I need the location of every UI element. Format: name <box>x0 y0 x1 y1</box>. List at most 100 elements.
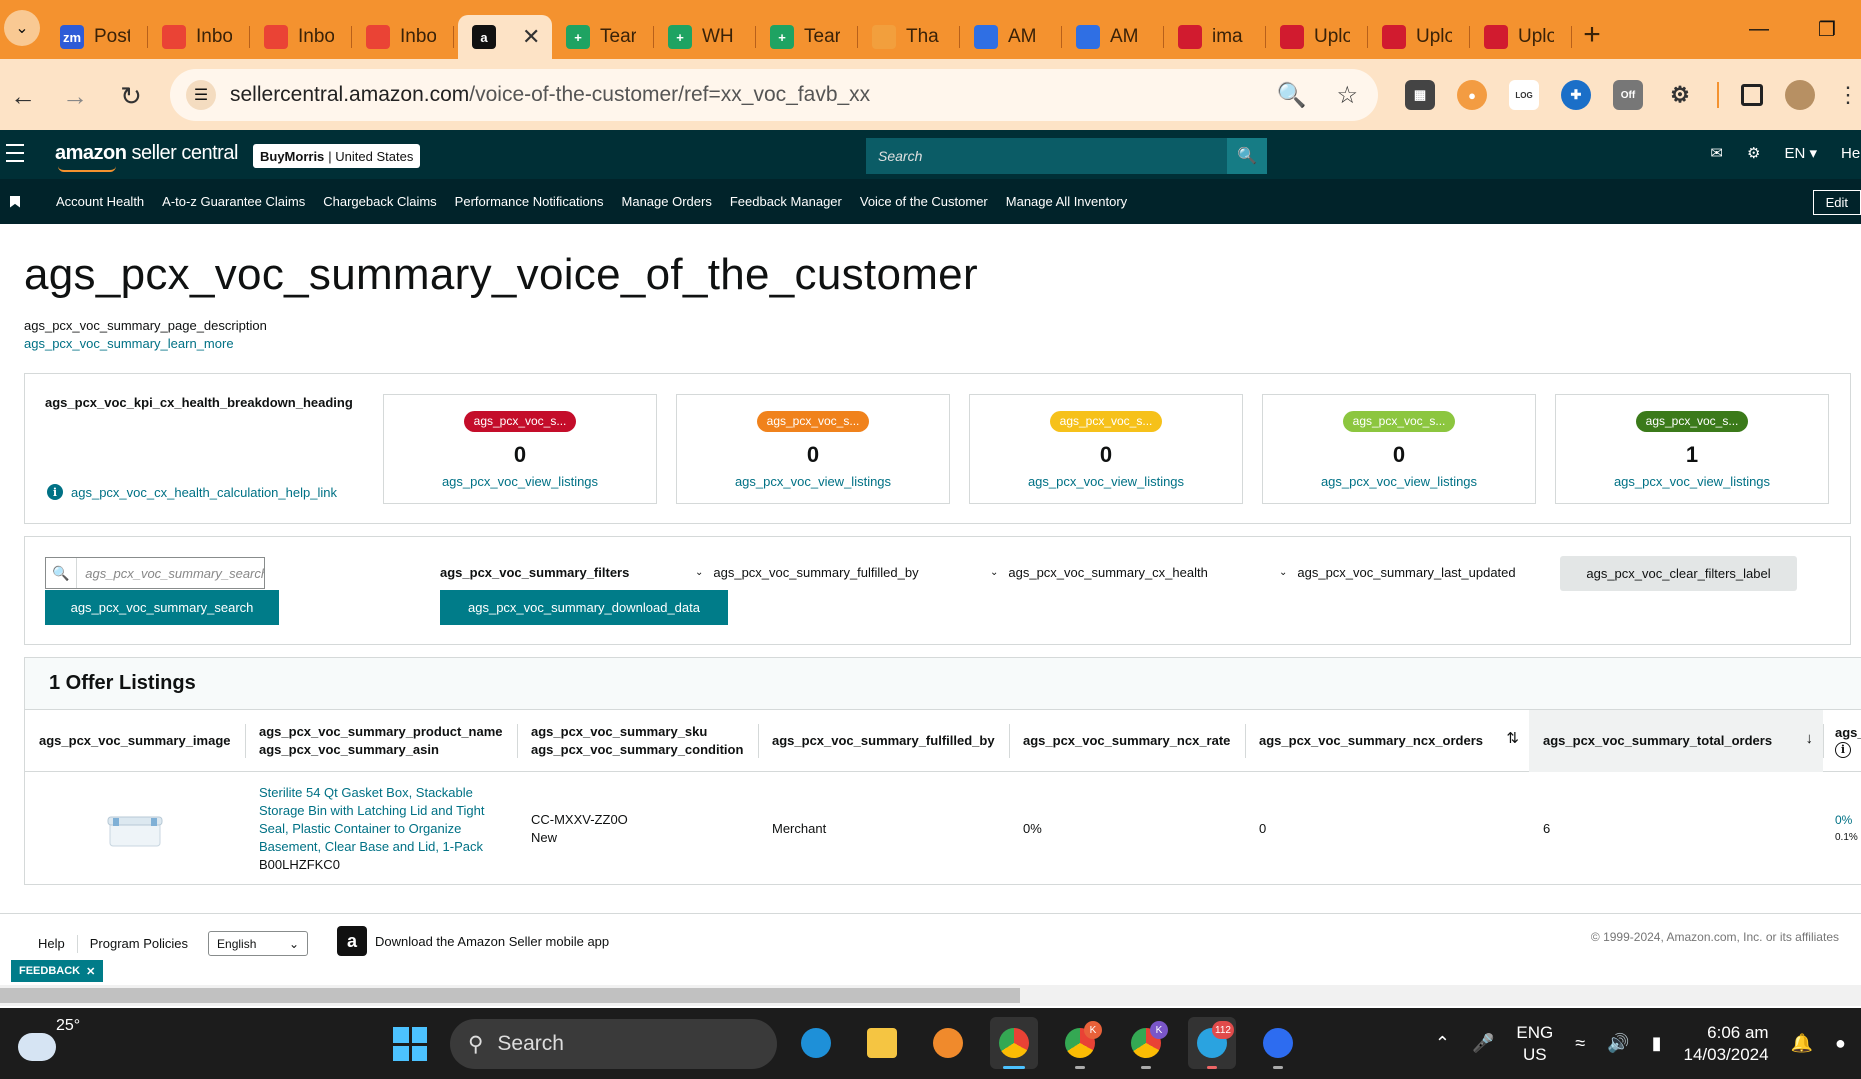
app-download-link[interactable]: a Download the Amazon Seller mobile app <box>337 926 609 956</box>
download-data-button[interactable]: ags_pcx_voc_summary_download_data <box>440 590 728 625</box>
browser-tab[interactable]: AM <box>1062 15 1164 59</box>
store-selector[interactable]: BuyMorris | United States <box>253 144 421 168</box>
reload-button[interactable]: ↻ <box>114 79 148 113</box>
nav-link[interactable]: Manage All Inventory <box>1006 194 1127 209</box>
zoom-search-icon[interactable]: 🔍 <box>1277 81 1307 110</box>
extension-login-icon[interactable]: LOG <box>1509 80 1539 110</box>
browser-tab[interactable]: Inbo <box>250 15 352 59</box>
seller-central-logo[interactable]: amazon seller central <box>55 142 238 165</box>
zoom-app[interactable] <box>1254 1017 1302 1069</box>
cx-health-dropdown[interactable]: ⌄ ags_pcx_voc_summary_cx_health <box>990 565 1208 580</box>
browser-tab[interactable]: Uplo <box>1470 15 1572 59</box>
nav-link[interactable]: Performance Notifications <box>455 194 604 209</box>
cx-health-help-link[interactable]: i ags_pcx_voc_cx_health_calculation_help… <box>47 484 337 500</box>
col-ncx-orders[interactable]: ags_pcx_voc_summary_ncx_orders ⇅ <box>1245 710 1529 772</box>
product-name-link[interactable]: Sterilite 54 Qt Gasket Box, Stackable St… <box>259 784 499 856</box>
col-sku[interactable]: ags_pcx_voc_summary_sku ags_pcx_voc_summ… <box>517 710 758 772</box>
view-listings-link[interactable]: ags_pcx_voc_view_listings <box>970 474 1242 489</box>
more-menu-icon[interactable]: ⋮ <box>1837 82 1859 108</box>
clock[interactable]: 6:06 am 14/03/2024 <box>1683 1022 1768 1066</box>
address-bar[interactable]: ☰ sellercentral.amazon.com/voice-of-the-… <box>170 69 1378 121</box>
nav-link[interactable]: Chargeback Claims <box>323 194 436 209</box>
summary-search-input[interactable]: 🔍 ags_pcx_voc_summary_search <box>45 557 265 589</box>
taskbar-search[interactable]: ⚲ Search <box>450 1019 777 1069</box>
sort-descending-icon[interactable]: ↓ <box>1806 730 1814 748</box>
extensions-puzzle-icon[interactable]: ⚙ <box>1665 80 1695 110</box>
browser-tab[interactable]: + Tear <box>756 15 858 59</box>
product-image[interactable] <box>107 814 163 848</box>
battery-icon[interactable]: ▮ <box>1652 1033 1662 1054</box>
extension-blue-icon[interactable]: ✚ <box>1561 80 1591 110</box>
chrome-profile-app-1[interactable]: K <box>1056 1017 1104 1069</box>
view-listings-link[interactable]: ags_pcx_voc_view_listings <box>1556 474 1828 489</box>
file-explorer-app[interactable] <box>858 1017 906 1069</box>
bookmark-star-icon[interactable]: ☆ <box>1336 81 1358 110</box>
site-info-icon[interactable]: ☰ <box>186 80 216 110</box>
help-link[interactable]: Help <box>1841 145 1861 162</box>
browser-tab[interactable]: a ✕ <box>458 15 552 59</box>
notifications-bell-icon[interactable]: 🔔 <box>1791 1033 1813 1054</box>
chevron-up-icon[interactable]: ⌃ <box>1435 1033 1450 1054</box>
browser-tab[interactable]: + Tear <box>552 15 654 59</box>
footer-language-select[interactable]: English ⌄ <box>208 931 309 956</box>
browser-tab[interactable]: Inbo <box>352 15 454 59</box>
browser-tab[interactable]: + WH <box>654 15 756 59</box>
footer-help-link[interactable]: Help <box>38 936 65 951</box>
learn-more-link[interactable]: ags_pcx_voc_summary_learn_more <box>24 336 234 351</box>
browser-tab[interactable]: zm Post <box>46 15 148 59</box>
chrome-app[interactable] <box>990 1017 1038 1069</box>
fulfilled-by-dropdown[interactable]: ⌄ ags_pcx_voc_summary_fulfilled_by <box>695 565 919 580</box>
weather-widget[interactable]: 25° <box>18 1017 80 1061</box>
sort-both-icon[interactable]: ⇅ <box>1506 730 1519 748</box>
restore-button[interactable]: ❐ <box>1793 0 1861 59</box>
feedback-button[interactable]: FEEDBACK ✕ <box>11 960 104 982</box>
browser-tab[interactable]: ima <box>1164 15 1266 59</box>
tab-search-button[interactable]: ⌄ <box>4 10 40 46</box>
view-listings-link[interactable]: ags_pcx_voc_view_listings <box>1263 474 1535 489</box>
edit-nav-button[interactable]: Edit <box>1812 190 1861 215</box>
scrollbar-thumb[interactable] <box>0 988 1020 1003</box>
forward-button[interactable]: → <box>58 79 92 113</box>
qr-code-icon[interactable]: ▦ <box>1405 80 1435 110</box>
col-next[interactable]: ags_ i <box>1823 710 1861 772</box>
edge-app[interactable] <box>792 1017 840 1069</box>
nav-link[interactable]: Manage Orders <box>622 194 712 209</box>
col-product-name[interactable]: ags_pcx_voc_summary_product_name ags_pcx… <box>245 710 517 772</box>
settings-gear-icon[interactable]: ⚙ <box>1747 144 1760 162</box>
col-total-orders[interactable]: ags_pcx_voc_summary_total_orders ↓ <box>1529 710 1823 772</box>
browser-tab[interactable]: Inbo <box>148 15 250 59</box>
browser-tab[interactable]: AM <box>960 15 1062 59</box>
browser-tab[interactable]: Uplo <box>1368 15 1470 59</box>
search-button[interactable]: ags_pcx_voc_summary_search <box>45 590 279 625</box>
back-button[interactable]: ← <box>6 79 40 113</box>
last-updated-dropdown[interactable]: ⌄ ags_pcx_voc_summary_last_updated <box>1279 565 1516 580</box>
side-panel-icon[interactable] <box>1741 84 1763 106</box>
wifi-icon[interactable]: ≈ <box>1575 1033 1585 1054</box>
extension-orange-icon[interactable]: ● <box>1457 80 1487 110</box>
copilot-icon[interactable]: ● <box>1835 1033 1853 1054</box>
search-icon[interactable]: 🔍 <box>1227 138 1267 174</box>
col-ncx-rate[interactable]: ags_pcx_voc_summary_ncx_rate <box>1009 710 1245 772</box>
next-primary-value[interactable]: 0% <box>1835 811 1861 829</box>
microphone-icon[interactable]: 🎤 <box>1472 1033 1494 1054</box>
volume-icon[interactable]: 🔊 <box>1607 1033 1629 1054</box>
profile-avatar[interactable] <box>1785 80 1815 110</box>
nav-link[interactable]: A-to-z Guarantee Claims <box>162 194 305 209</box>
chrome-profile-app-2[interactable]: K <box>1122 1017 1170 1069</box>
language-selector[interactable]: EN ▾ <box>1784 144 1817 162</box>
nav-link[interactable]: Feedback Manager <box>730 194 842 209</box>
col-fulfilled-by[interactable]: ags_pcx_voc_summary_fulfilled_by <box>758 710 1009 772</box>
seller-search-input[interactable]: Search <box>866 138 1227 174</box>
input-language[interactable]: ENG US <box>1516 1022 1553 1066</box>
view-listings-link[interactable]: ags_pcx_voc_view_listings <box>384 474 656 489</box>
info-icon[interactable]: i <box>1835 742 1851 758</box>
browser-tab[interactable]: Uplo <box>1266 15 1368 59</box>
start-button[interactable] <box>393 1027 427 1061</box>
clear-filters-button[interactable]: ags_pcx_voc_clear_filters_label <box>1560 556 1797 591</box>
close-icon[interactable]: ✕ <box>86 965 95 978</box>
brave-app[interactable] <box>924 1017 972 1069</box>
new-tab-button[interactable]: + <box>1572 10 1612 59</box>
horizontal-scrollbar[interactable] <box>0 985 1861 1006</box>
minimize-button[interactable]: — <box>1725 0 1793 59</box>
view-listings-link[interactable]: ags_pcx_voc_view_listings <box>677 474 949 489</box>
